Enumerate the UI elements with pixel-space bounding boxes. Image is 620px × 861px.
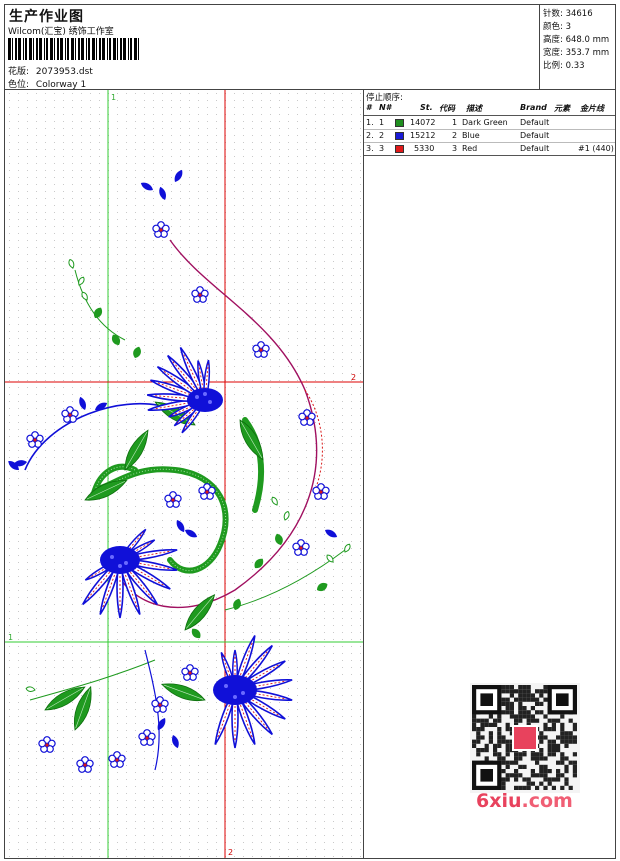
watermark-site: 6xiu.com: [476, 790, 573, 812]
brand-cell: Default: [520, 118, 550, 127]
stitch-count-cell: 14072: [410, 118, 436, 127]
description-cell: Blue: [462, 131, 480, 140]
color-count: 颜色: 3: [543, 22, 571, 32]
qr-code: [470, 683, 580, 793]
watermark-site-domain: .com: [521, 790, 573, 812]
design-value: 2073953.dst: [35, 67, 93, 77]
col-header-brand: Brand: [520, 103, 547, 112]
code-cell: 1: [452, 118, 458, 127]
row-number: 3.: [366, 144, 374, 153]
colorway-label: 色位:: [8, 80, 30, 90]
color-swatch: [395, 145, 404, 153]
watermark-site-name: 6xiu: [476, 790, 522, 812]
colorway-line: 色位: Colorway 1: [8, 77, 86, 90]
needle-number: 2: [379, 131, 385, 140]
barcode: [8, 38, 139, 60]
row-number: 2.: [366, 131, 374, 140]
stop-sequence-title: 停止顺序:: [366, 93, 403, 103]
design-height: 高度: 648.0 mm: [543, 35, 610, 45]
color-swatch: [395, 132, 404, 140]
embroidery-design: 1 1 2 2: [5, 90, 363, 858]
embroidery-design-area: 1 1 2 2: [5, 90, 364, 858]
design-width: 宽度: 353.7 mm: [543, 48, 610, 58]
design-label: 花版:: [8, 67, 30, 77]
scale: 比例: 0.33: [543, 61, 585, 71]
brand-cell: Default: [520, 144, 550, 153]
sequin-cell: #1 (440): [578, 144, 614, 153]
needle-number: 3: [379, 144, 385, 153]
guide-label-h2: 2: [351, 373, 356, 382]
page-title: 生产作业图: [9, 9, 84, 25]
code-cell: 3: [452, 144, 458, 153]
stitch-count-cell: 5330: [414, 144, 435, 153]
stitch-count: 针数: 34616: [543, 9, 593, 19]
header: 生产作业图 Wilcom(汇宝) 绣饰工作室 花版: 2073953.dst 色…: [5, 5, 615, 90]
col-header-desc: 描述: [466, 104, 482, 113]
code-cell: 2: [452, 131, 458, 140]
col-header-sequin: 金片线: [580, 104, 604, 113]
col-header-code: 代码: [439, 104, 455, 113]
guide-label-v2: 2: [228, 848, 233, 857]
studio-name: Wilcom(汇宝) 绣饰工作室: [8, 27, 114, 37]
brand-cell: Default: [520, 131, 550, 140]
stitch-count-cell: 15212: [410, 131, 436, 140]
guide-label-v1: 1: [111, 93, 116, 102]
guide-label-h1: 1: [8, 633, 13, 642]
description-cell: Dark Green: [462, 118, 508, 127]
stats-panel: 针数: 34616 颜色: 3 高度: 648.0 mm 宽度: 353.7 m…: [539, 5, 616, 89]
col-header-num: #: [366, 103, 372, 112]
row-number: 1.: [366, 118, 374, 127]
col-header-element: 元素: [554, 104, 570, 113]
color-swatch: [395, 119, 404, 127]
colorway-value: Colorway 1: [35, 80, 87, 90]
description-cell: Red: [462, 144, 478, 153]
needle-number: 1: [379, 118, 385, 127]
col-header-st: St.: [420, 103, 433, 112]
col-header-n: N#: [379, 103, 392, 112]
design-file-line: 花版: 2073953.dst: [8, 64, 93, 77]
